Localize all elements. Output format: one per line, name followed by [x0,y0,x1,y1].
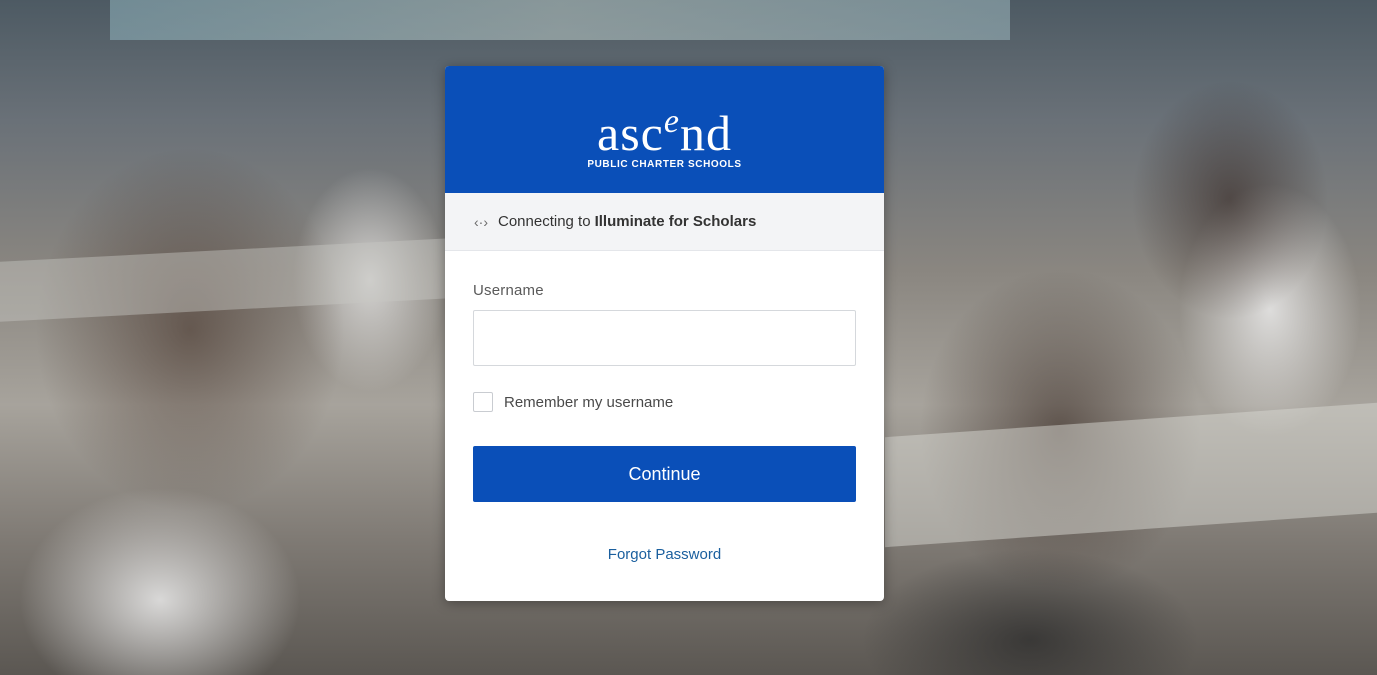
remember-username-row[interactable]: Remember my username [473,391,856,413]
brand-header: ascend PUBLIC CHARTER SCHOOLS [445,66,884,193]
continue-button[interactable]: Continue [473,446,856,502]
connecting-banner: ‹·› Connecting to Illuminate for Scholar… [445,193,884,251]
login-form: Username Remember my username Continue F… [445,282,884,563]
username-label: Username [473,282,544,299]
forgot-password-link[interactable]: Forgot Password [473,546,856,563]
remember-username-checkbox[interactable] [473,392,493,412]
username-input[interactable] [473,310,856,366]
connecting-app-name: Illuminate for Scholars [594,213,757,230]
ascend-logo: ascend [597,102,732,161]
arrows-exchange-icon: ‹·› [474,213,488,230]
connecting-prefix: Connecting to [498,213,591,230]
background-wall-strip [110,0,1010,40]
logo-tagline: PUBLIC CHARTER SCHOOLS [587,158,742,170]
login-card: ascend PUBLIC CHARTER SCHOOLS ‹·› Connec… [445,66,884,601]
remember-username-label[interactable]: Remember my username [504,394,673,411]
